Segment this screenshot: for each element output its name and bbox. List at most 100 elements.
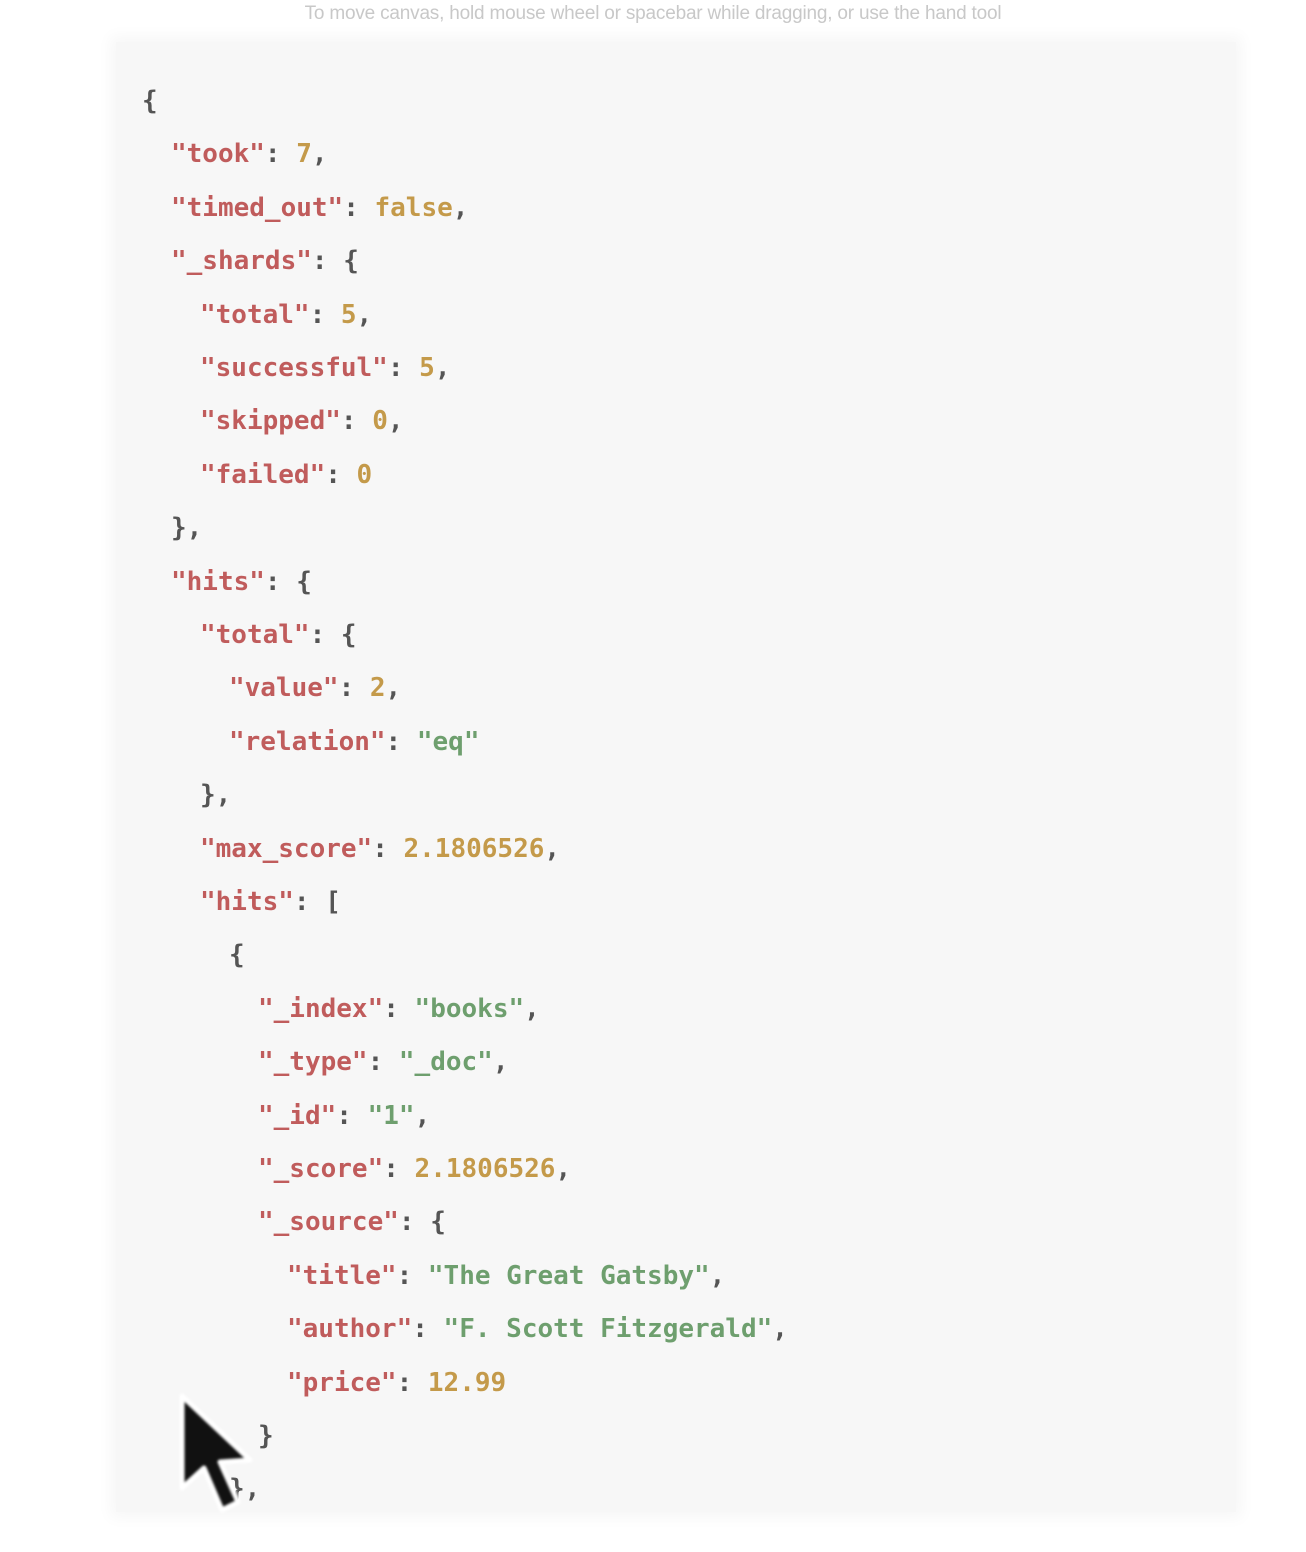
code-token-num: 2.1806526 — [414, 1154, 556, 1184]
code-token-key: "_index" — [258, 993, 384, 1024]
code-token-punc: : { — [264, 566, 312, 597]
code-token-num: 5 — [340, 299, 357, 330]
code-token-punc: , — [452, 192, 469, 223]
code-token-punc: : — [325, 459, 357, 490]
code-token-num: 2.1806526 — [403, 833, 545, 864]
code-token-str: "books" — [414, 993, 525, 1024]
code-token-punc: : [ — [293, 887, 341, 917]
code-token-punc: : { — [398, 1207, 446, 1238]
code-token-str: "_doc" — [398, 1047, 493, 1078]
code-token-punc: , — [524, 993, 540, 1024]
code-token-key: "hits" — [171, 566, 265, 597]
code-line: "price": 12.99 — [287, 1367, 506, 1399]
code-token-key: "timed_out" — [171, 192, 344, 223]
code-token-punc: : — [383, 993, 415, 1024]
code-line: "_index": "books", — [258, 993, 540, 1025]
code-line: "total": 5, — [200, 299, 372, 331]
code-line: "hits": { — [171, 566, 312, 598]
code-token-punc: , — [709, 1260, 726, 1291]
code-token-punc: : — [383, 1154, 415, 1184]
code-token-num: 7 — [296, 139, 312, 170]
code-token-punc: { — [142, 86, 158, 116]
code-token-punc: : — [336, 1100, 368, 1131]
code-token-punc: , — [544, 833, 561, 864]
code-token-punc: : — [340, 406, 373, 437]
code-line: "failed": 0 — [200, 459, 372, 491]
code-token-punc: : { — [311, 246, 359, 277]
code-token-punc: : — [396, 1367, 428, 1398]
code-token-punc: : — [338, 673, 370, 704]
code-token-punc: }, — [200, 780, 232, 811]
code-token-key: "failed" — [200, 459, 326, 490]
code-token-key: "total" — [200, 299, 310, 330]
code-token-punc: : — [396, 1260, 428, 1291]
code-token-num: 0 — [372, 406, 388, 437]
code-line: "relation": "eq" — [229, 726, 479, 758]
code-token-key: "successful" — [200, 353, 388, 383]
code-token-punc: : { — [309, 620, 357, 650]
mouse-pointer-icon — [179, 1393, 253, 1513]
code-token-punc: , — [555, 1154, 572, 1184]
code-token-punc: , — [492, 1047, 509, 1078]
code-token-kw: false — [374, 192, 453, 223]
code-token-key: "author" — [287, 1314, 413, 1345]
code-line: "successful": 5, — [200, 352, 450, 384]
code-token-str: "eq" — [416, 726, 480, 757]
code-token-str: "1" — [367, 1100, 415, 1131]
code-token-key: "_type" — [258, 1047, 368, 1078]
json-response-panel[interactable]: {"took": 7, "timed_out": false, "_shards":… — [116, 42, 1236, 1512]
code-token-punc: : — [343, 192, 375, 223]
code-token-key: "hits" — [200, 887, 294, 917]
code-token-key: "value" — [229, 673, 339, 704]
code-line: { — [142, 85, 158, 117]
code-token-punc: : — [367, 1047, 399, 1078]
code-line: "_shards": { — [171, 245, 359, 277]
code-token-str: "The Great Gatsby" — [427, 1260, 710, 1291]
code-token-punc: { — [229, 940, 245, 971]
code-token-key: "total" — [200, 620, 310, 650]
code-token-key: "relation" — [229, 726, 386, 757]
code-token-punc: : — [412, 1314, 444, 1345]
code-line: "_id": "1", — [258, 1100, 430, 1132]
code-line: "_score": 2.1806526, — [258, 1153, 571, 1185]
code-token-punc: , — [772, 1314, 788, 1345]
code-line: { — [229, 939, 245, 971]
code-token-punc: , — [356, 299, 373, 330]
code-token-key: "skipped" — [200, 406, 341, 437]
code-line: "value": 2, — [229, 672, 401, 704]
code-token-num: 2 — [369, 673, 386, 704]
code-token-punc: : — [387, 353, 420, 383]
code-token-key: "_score" — [258, 1154, 384, 1184]
code-line: "took": 7, — [171, 138, 328, 170]
code-token-punc: : — [372, 833, 404, 864]
code-token-str: "F. Scott Fitzgerald" — [443, 1314, 773, 1345]
code-token-punc: : — [309, 299, 341, 330]
code-line: "author": "F. Scott Fitzgerald", — [287, 1313, 788, 1345]
code-line: }, — [171, 512, 202, 544]
code-token-key: "title" — [287, 1260, 397, 1291]
canvas-navigation-hint: To move canvas, hold mouse wheel or spac… — [304, 3, 1002, 24]
code-line: "total": { — [200, 619, 357, 651]
code-line: "skipped": 0, — [200, 405, 404, 437]
code-line: "timed_out": false, — [171, 192, 468, 224]
code-line: "max_score": 2.1806526, — [200, 833, 560, 865]
code-token-key: "_id" — [258, 1100, 337, 1131]
code-token-punc: , — [434, 353, 451, 383]
code-token-num: 0 — [356, 459, 373, 490]
code-token-punc: , — [385, 673, 402, 704]
code-token-key: "took" — [171, 139, 265, 170]
code-token-key: "max_score" — [200, 833, 373, 864]
code-token-punc: : — [264, 139, 297, 170]
code-line: "_source": { — [258, 1206, 446, 1238]
code-line: "hits": [ — [200, 886, 341, 918]
code-token-key: "price" — [287, 1367, 397, 1398]
code-token-num: 5 — [419, 353, 435, 383]
code-token-punc: , — [387, 406, 404, 437]
code-line: }, — [200, 779, 231, 811]
code-token-key: "_shards" — [171, 246, 312, 277]
code-line: "title": "The Great Gatsby", — [287, 1260, 725, 1292]
code-line: "_type": "_doc", — [258, 1046, 508, 1078]
code-token-punc: , — [311, 139, 328, 170]
code-token-key: "_source" — [258, 1207, 399, 1238]
code-token-punc: , — [414, 1100, 431, 1131]
